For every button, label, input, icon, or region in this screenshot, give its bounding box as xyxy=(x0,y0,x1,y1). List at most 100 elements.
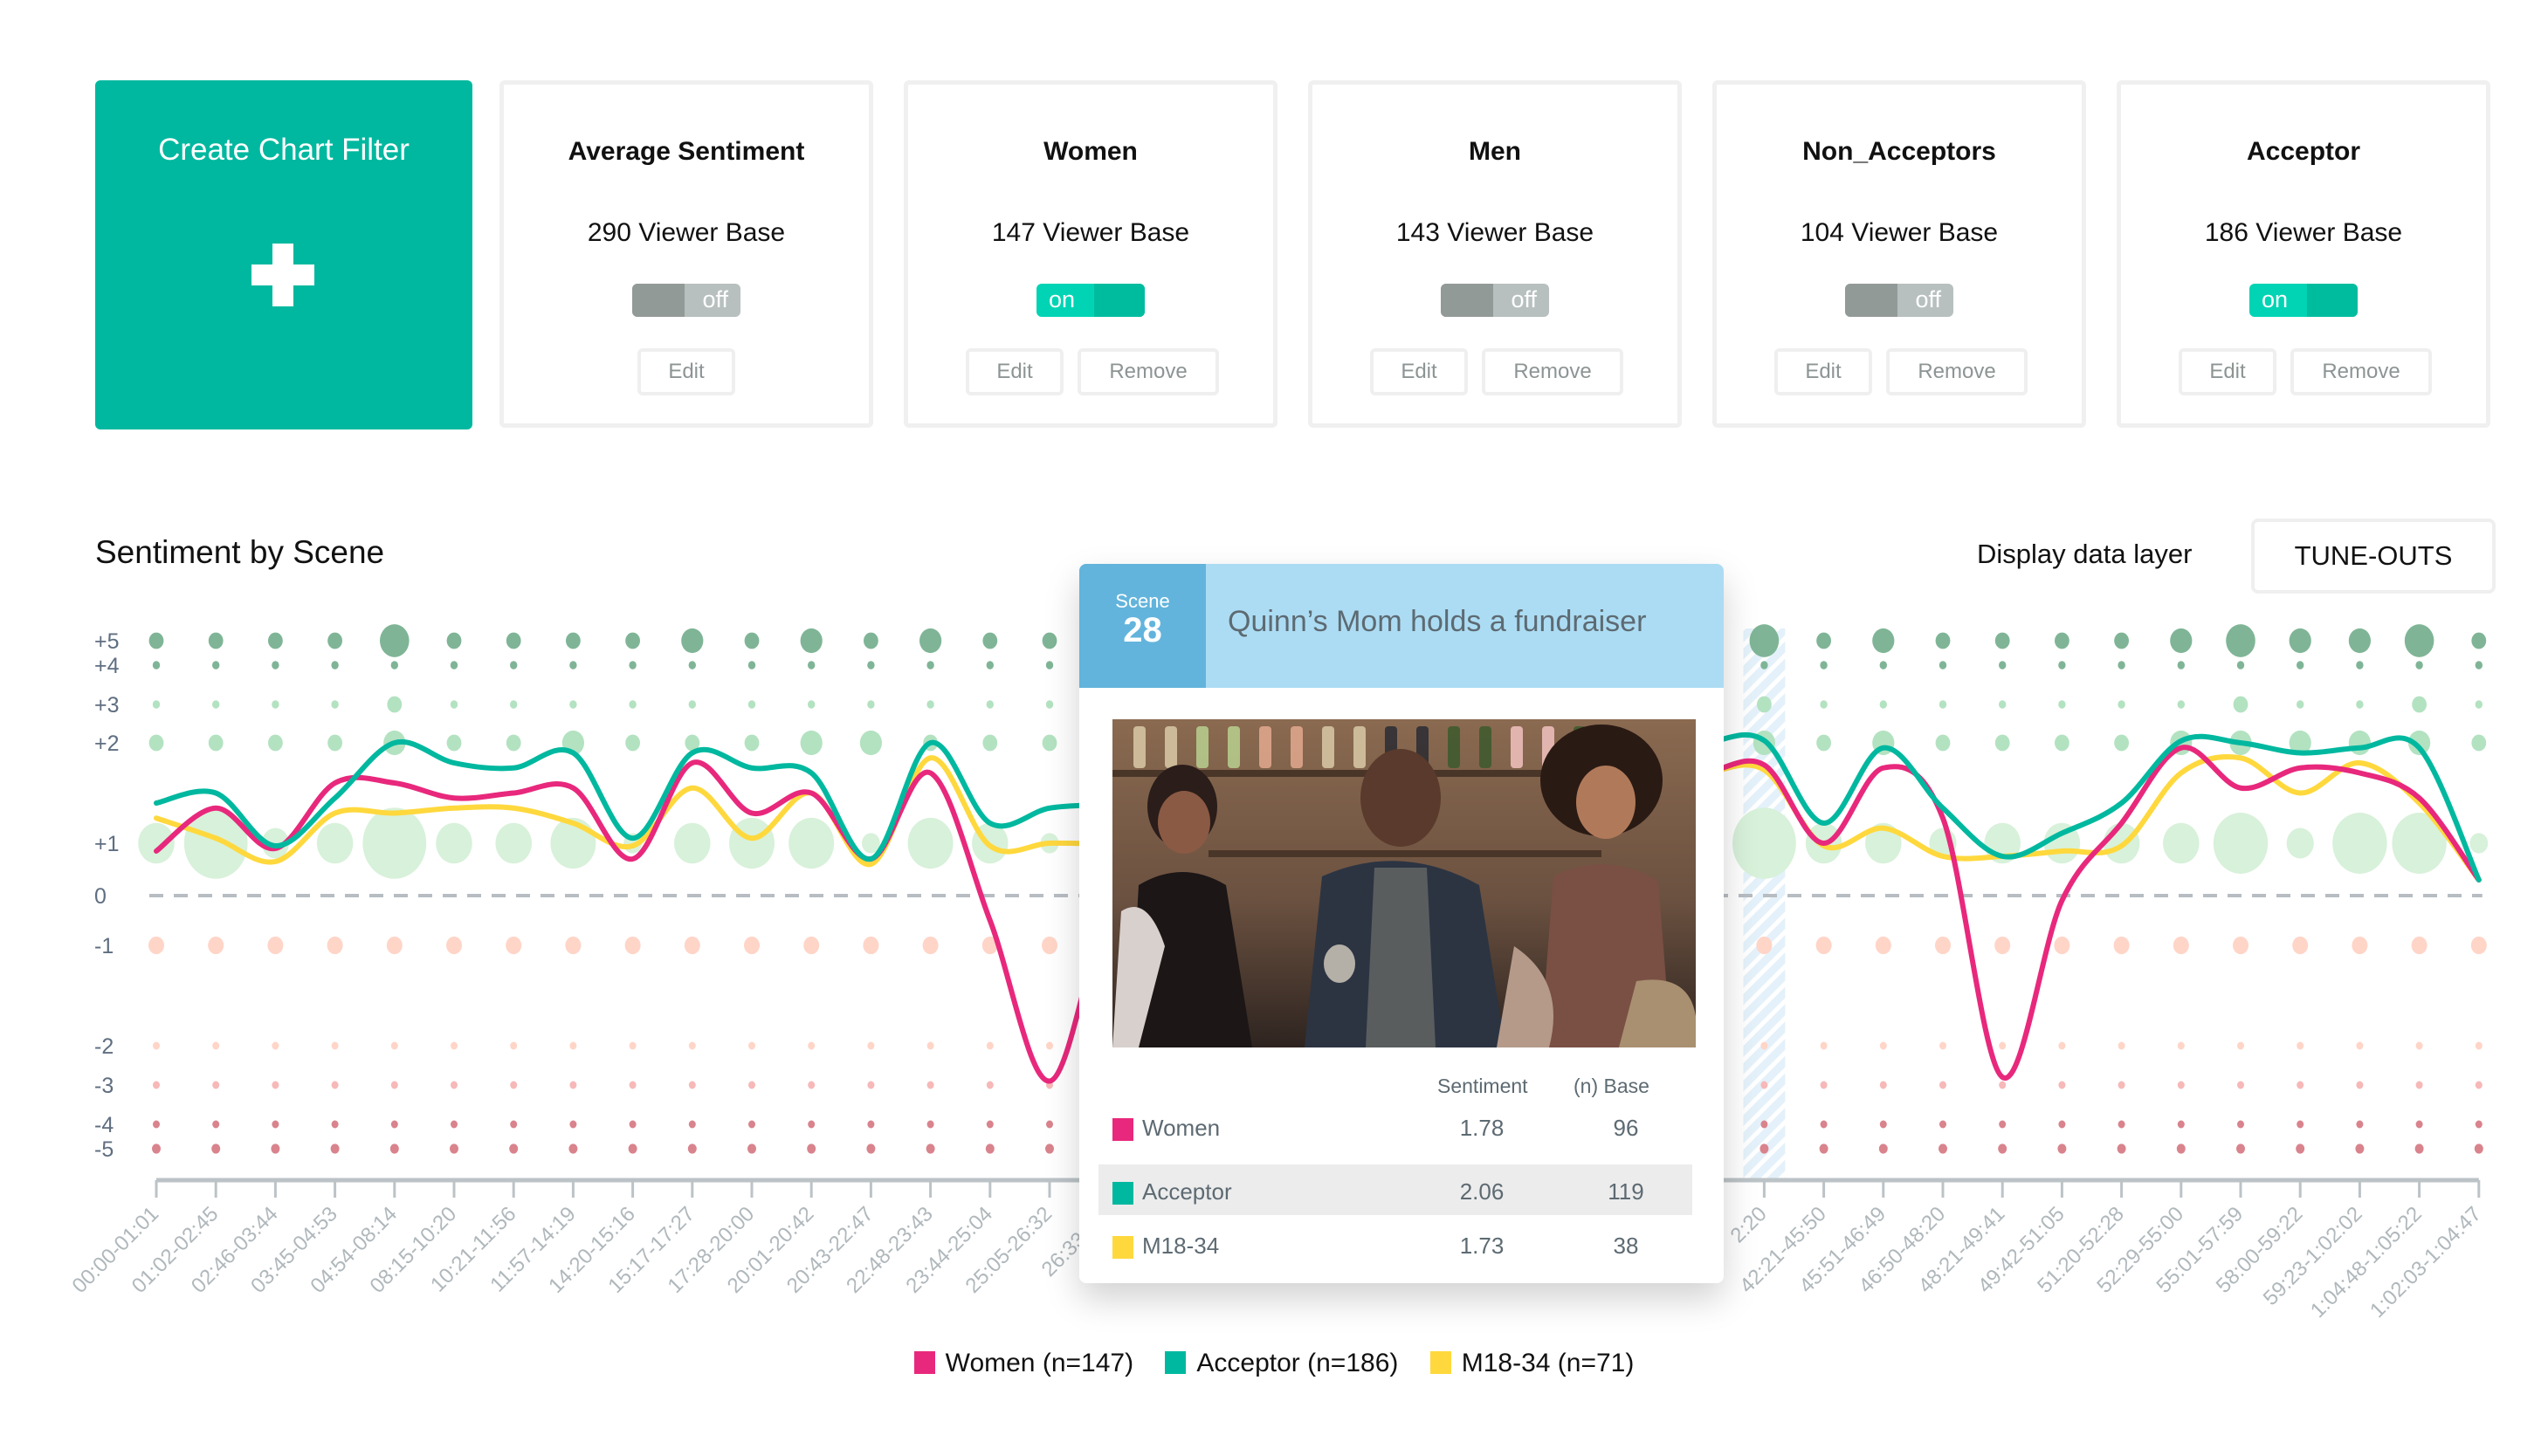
sentiment-bubble xyxy=(510,1120,518,1129)
sentiment-bubble xyxy=(212,700,220,709)
sentiment-bubble xyxy=(2352,936,2368,955)
sentiment-bubble xyxy=(152,661,161,670)
row-label: Acceptor xyxy=(1142,1178,1232,1205)
sentiment-bubble xyxy=(2415,1120,2423,1129)
sentiment-bubble xyxy=(2292,936,2309,955)
acceptor-swatch xyxy=(1112,1182,1133,1205)
sentiment-bubble xyxy=(267,936,284,955)
sentiment-bubble xyxy=(2054,936,2070,955)
sentiment-bubble xyxy=(1042,734,1057,752)
sentiment-bubble xyxy=(2289,628,2311,654)
sentiment-bubble xyxy=(1999,1041,2007,1050)
sentiment-bubble xyxy=(625,632,640,649)
sentiment-bubble xyxy=(152,700,161,709)
y-tick-label: 0 xyxy=(94,884,107,909)
sentiment-bubble xyxy=(569,1041,577,1050)
sentiment-bubble xyxy=(2296,1144,2305,1154)
sentiment-bubble xyxy=(1815,936,1832,955)
sentiment-bubble xyxy=(2348,628,2371,654)
row-base: 96 xyxy=(1613,1115,1639,1141)
sentiment-bubble xyxy=(495,822,532,864)
sentiment-bubble xyxy=(986,661,995,670)
row-sentiment: 2.06 xyxy=(1459,1178,1505,1205)
sentiment-bubble xyxy=(268,734,283,752)
sentiment-bubble xyxy=(2355,1144,2365,1154)
sentiment-bubble xyxy=(2332,813,2387,874)
sentiment-bubble xyxy=(688,1041,696,1050)
sentiment-bubble xyxy=(1760,1120,1768,1129)
sentiment-bubble xyxy=(1749,624,1780,657)
sentiment-bubble xyxy=(866,1144,876,1154)
sentiment-bubble xyxy=(744,632,760,649)
sentiment-bubble xyxy=(327,734,342,752)
sentiment-bubble xyxy=(2113,936,2130,955)
sentiment-bubble xyxy=(2475,700,2483,709)
sentiment-bubble xyxy=(569,700,577,709)
sentiment-bubble xyxy=(747,1144,756,1154)
y-tick-label: +1 xyxy=(94,832,120,856)
sentiment-bubble xyxy=(271,1144,280,1154)
sentiment-bubble xyxy=(506,632,521,649)
sentiment-bubble xyxy=(2117,1144,2126,1154)
sentiment-bubble xyxy=(1939,661,1947,670)
y-tick-label: +2 xyxy=(94,731,120,756)
sentiment-bubble xyxy=(565,936,582,955)
sentiment-bubble xyxy=(2297,700,2304,709)
sentiment-bubble xyxy=(509,1144,519,1154)
sentiment-bubble xyxy=(1757,696,1772,713)
sentiment-bubble xyxy=(148,632,164,649)
tooltip-row-m18-34: M18-34 1.73 38 xyxy=(1102,1219,1687,1269)
sentiment-bubble xyxy=(688,661,696,670)
sentiment-bubble xyxy=(1820,700,1828,709)
sentiment-bubble xyxy=(926,1120,934,1129)
sentiment-bubble xyxy=(748,1081,755,1089)
sentiment-bubble xyxy=(808,700,816,709)
sentiment-bubble xyxy=(789,817,835,869)
sentiment-bubble xyxy=(926,1041,934,1050)
sentiment-bubble xyxy=(1732,807,1796,879)
sentiment-bubble xyxy=(2236,1144,2245,1154)
sentiment-bubble xyxy=(867,700,875,709)
sentiment-bubble xyxy=(1820,661,1828,670)
sentiment-bubble xyxy=(510,1081,518,1089)
women-swatch xyxy=(1112,1118,1133,1141)
sentiment-bubble xyxy=(208,936,224,955)
sentiment-bubble xyxy=(1935,734,1951,752)
legend-item-acceptor[interactable]: Acceptor (n=186) xyxy=(1165,1349,1398,1378)
sentiment-bubble xyxy=(1042,632,1057,649)
sentiment-bubble xyxy=(1046,1120,1053,1129)
sentiment-bubble xyxy=(629,1041,637,1050)
sentiment-bubble xyxy=(629,1081,637,1089)
sentiment-bubble xyxy=(211,1144,221,1154)
sentiment-bubble xyxy=(2348,730,2371,756)
sentiment-bubble xyxy=(1759,1144,1769,1154)
legend-swatch xyxy=(1429,1351,1451,1374)
sentiment-bubble xyxy=(1939,700,1947,709)
y-tick-label: -5 xyxy=(94,1137,114,1162)
x-tick-label: 2:20 xyxy=(1726,1202,1772,1247)
sentiment-bubble xyxy=(569,1081,577,1089)
sentiment-bubble xyxy=(681,628,704,654)
sentiment-bubble xyxy=(2114,734,2130,752)
sentiment-bubble xyxy=(510,700,518,709)
sentiment-bubble xyxy=(747,661,756,670)
sentiment-bubble xyxy=(800,730,823,756)
sentiment-bubble xyxy=(327,632,342,649)
m18-34-swatch xyxy=(1112,1236,1133,1259)
sentiment-bubble xyxy=(2058,661,2066,670)
sentiment-bubble xyxy=(629,700,637,709)
sentiment-bubble xyxy=(208,734,224,752)
sentiment-bubble xyxy=(1045,661,1054,670)
sentiment-bubble xyxy=(687,1144,697,1154)
sentiment-bubble xyxy=(624,936,641,955)
sentiment-bubble xyxy=(2177,1041,2185,1050)
sentiment-bubble xyxy=(148,734,164,752)
sentiment-bubble xyxy=(748,1041,755,1050)
sentiment-bubble xyxy=(272,1081,279,1089)
legend-item-women[interactable]: Women (n=147) xyxy=(913,1349,1133,1378)
sentiment-bubble xyxy=(2118,1041,2125,1050)
sentiment-bubble xyxy=(1939,1041,1946,1050)
legend-item-m18-34[interactable]: M18-34 (n=71) xyxy=(1429,1349,1634,1378)
sentiment-bubble xyxy=(688,700,696,709)
sentiment-bubble xyxy=(2411,936,2427,955)
